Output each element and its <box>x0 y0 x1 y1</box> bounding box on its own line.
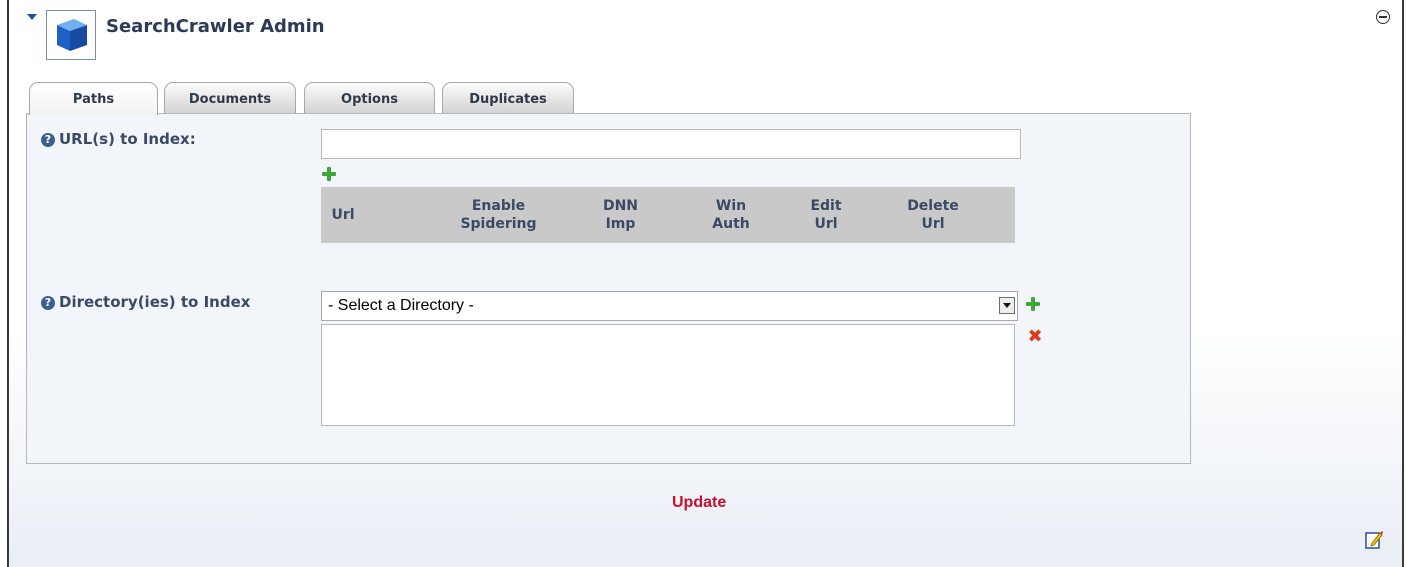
add-url-icon[interactable] <box>322 167 336 181</box>
help-icon[interactable]: ? <box>41 133 55 147</box>
col-line2: Url <box>921 216 945 232</box>
add-directory-icon[interactable] <box>1026 297 1040 311</box>
directory-listbox[interactable] <box>321 324 1015 426</box>
directories-label: ? Directory(ies) to Index <box>41 293 250 311</box>
tab-label: Paths <box>72 92 115 107</box>
grid-col-win-auth: Win Auth <box>701 187 761 243</box>
col-line2: Auth <box>712 216 750 232</box>
tab-documents[interactable]: Documents <box>164 82 296 114</box>
update-button[interactable]: Update <box>672 494 726 512</box>
col-line1: Url <box>331 207 355 223</box>
delete-directory-icon[interactable]: ✖ <box>1027 328 1043 346</box>
col-line2: Imp <box>605 216 636 232</box>
cube-icon <box>46 10 96 60</box>
col-line2: Spidering <box>460 216 537 232</box>
tab-options[interactable]: Options <box>304 82 435 114</box>
col-line1: Win <box>715 198 747 214</box>
tab-label: Options <box>341 92 398 107</box>
tab-duplicates[interactable]: Duplicates <box>442 82 574 114</box>
col-line1: Delete <box>907 198 959 214</box>
url-grid-header: Url Enable Spidering DNN Imp Win Auth Edit U… <box>321 187 1015 243</box>
grid-col-dnn-imp: DNN Imp <box>593 187 648 243</box>
grid-col-url: Url <box>321 187 365 243</box>
directories-label-text: Directory(ies) to Index <box>59 293 251 311</box>
col-line1: DNN <box>602 198 639 214</box>
edit-icon[interactable] <box>1365 530 1383 550</box>
module-title: SearchCrawler Admin <box>106 16 325 37</box>
grid-col-enable-spidering: Enable Spidering <box>421 187 576 243</box>
collapse-arrow-icon[interactable] <box>27 14 37 20</box>
directory-select-value: - Select a Directory - <box>328 297 474 314</box>
directory-select[interactable]: - Select a Directory - <box>321 291 1018 321</box>
col-line1: Enable <box>471 198 526 214</box>
tab-label: Duplicates <box>469 92 547 107</box>
url-input[interactable] <box>321 129 1021 159</box>
grid-col-delete-url: Delete Url <box>901 187 965 243</box>
urls-label-text: URL(s) to Index: <box>59 130 196 148</box>
col-line1: Edit <box>810 198 842 214</box>
urls-label: ? URL(s) to Index: <box>41 130 196 148</box>
tab-label: Documents <box>188 92 272 107</box>
tab-paths[interactable]: Paths <box>29 82 158 115</box>
chevron-down-icon[interactable] <box>999 297 1015 314</box>
help-icon[interactable]: ? <box>41 296 55 310</box>
minimize-icon[interactable] <box>1376 10 1390 24</box>
col-line2: Url <box>814 216 838 232</box>
grid-col-edit-url: Edit Url <box>796 187 856 243</box>
